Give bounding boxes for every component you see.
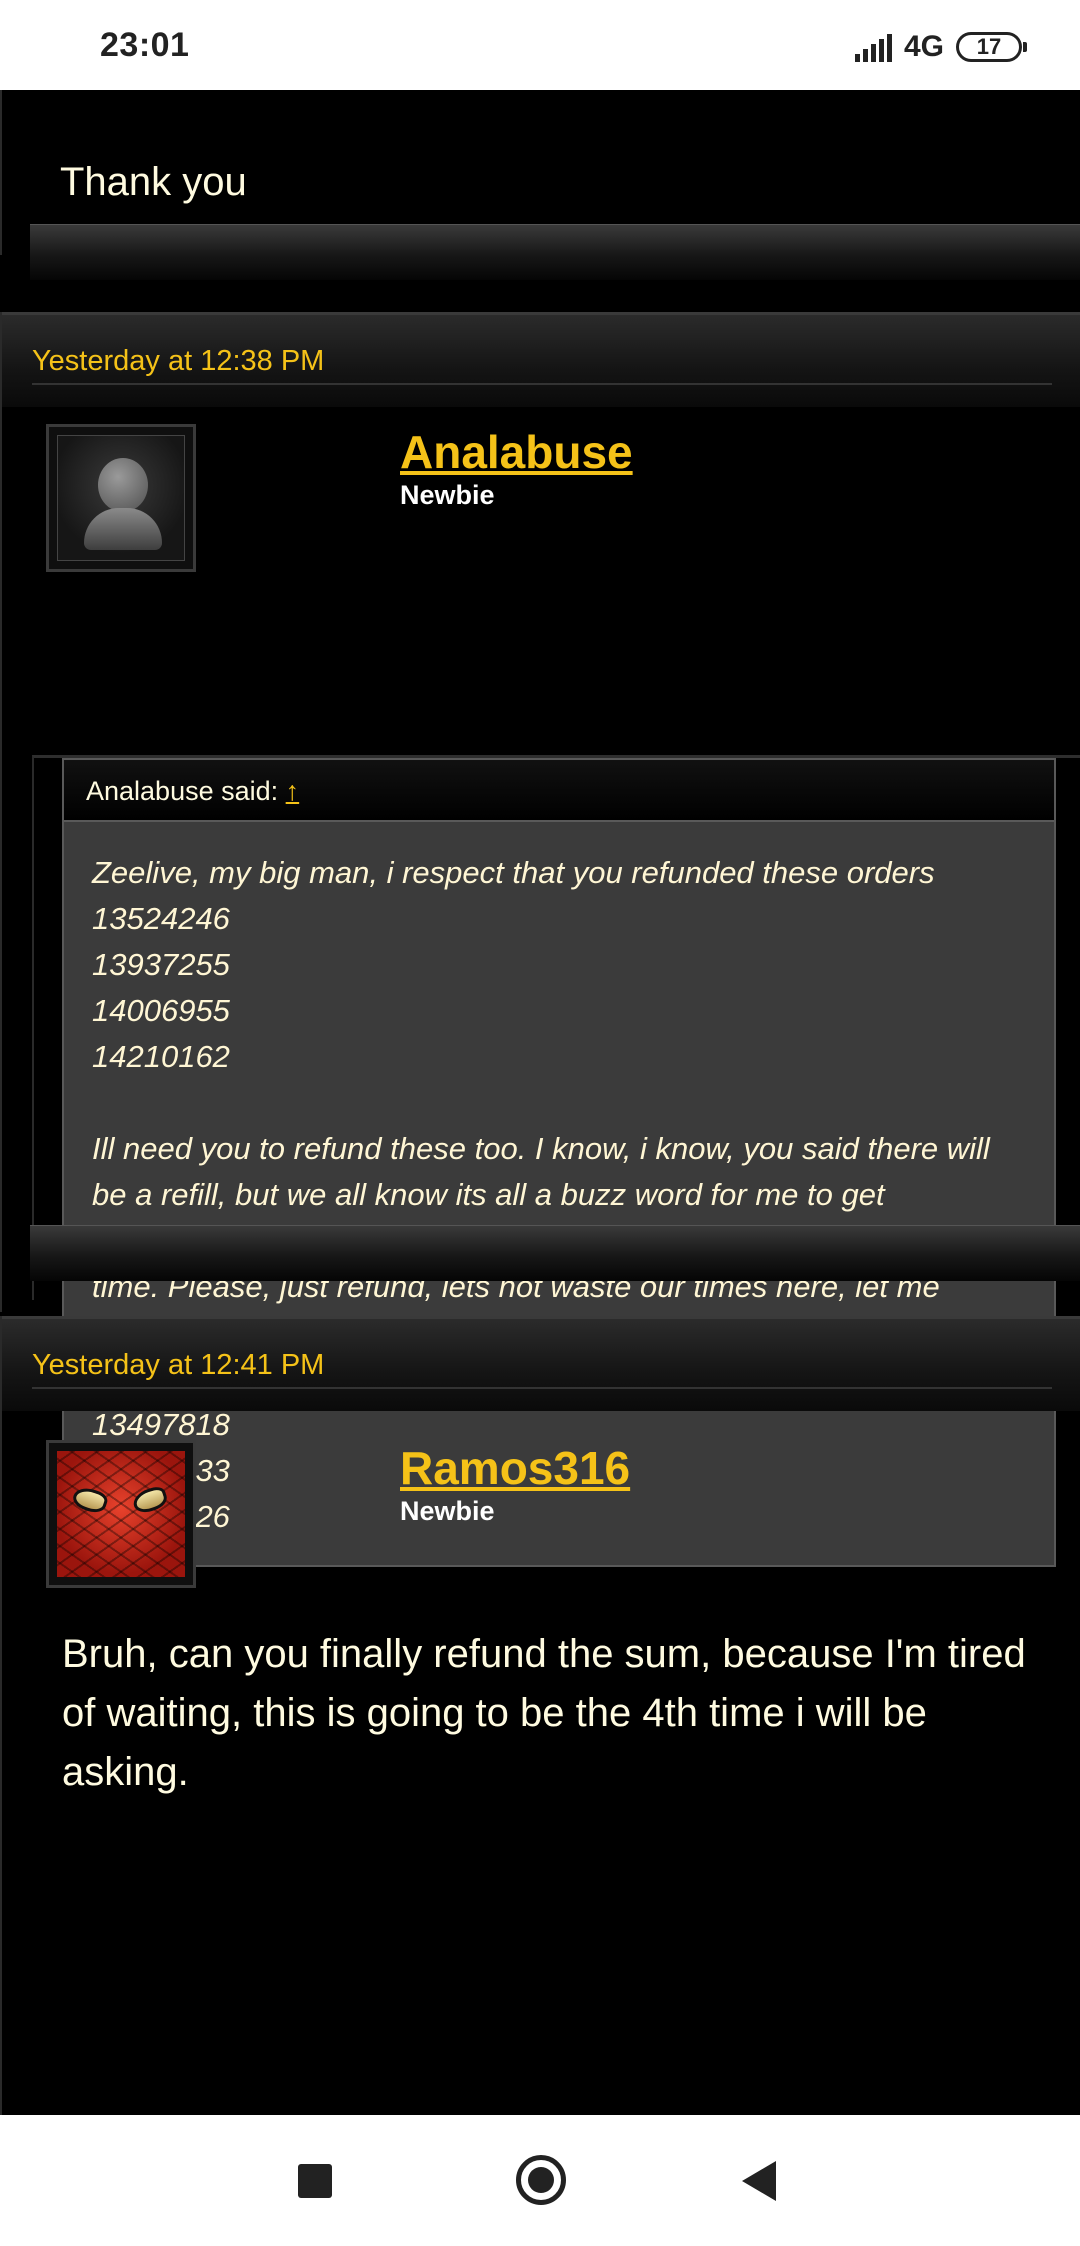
quote-line: 14006955 xyxy=(92,993,230,1028)
navigation-bar xyxy=(0,2115,1080,2246)
post-footer-bar xyxy=(30,224,1080,280)
status-bar: 23:01 4G 17 xyxy=(0,0,1080,90)
divider xyxy=(32,383,1052,385)
avatar[interactable] xyxy=(46,1440,196,1588)
quote-line: Zeelive, my big man, i respect that you … xyxy=(92,855,935,890)
signal-icon xyxy=(854,32,892,62)
username-link[interactable]: Analabuse xyxy=(400,425,633,479)
post: Yesterday at 12:41 PM Ramos316 Newbie xyxy=(0,1316,1080,2115)
quote-header: Analabuse said: ↑ xyxy=(64,760,1054,822)
quote-line: Ill need you to refund these too. I know… xyxy=(92,1131,990,1166)
home-icon[interactable] xyxy=(516,2155,566,2205)
post-message: Thank you xyxy=(60,160,247,204)
username-link[interactable]: Ramos316 xyxy=(400,1441,630,1495)
network-type: 4G xyxy=(903,30,944,63)
recent-apps-icon[interactable] xyxy=(298,2164,332,2198)
user-title: Newbie xyxy=(400,480,495,510)
user-title: Newbie xyxy=(400,1496,495,1526)
divider xyxy=(32,1387,1052,1389)
quote-author: Analabuse said: xyxy=(86,776,279,806)
post-date[interactable]: Yesterday at 12:38 PM xyxy=(32,345,324,378)
status-icons: 4G 17 xyxy=(854,27,1027,67)
quote-line xyxy=(92,1080,1026,1126)
battery-icon: 17 xyxy=(956,32,1027,62)
quote-line: 14210162 xyxy=(92,1039,230,1074)
back-icon[interactable] xyxy=(742,2161,776,2201)
status-time: 23:01 xyxy=(100,26,190,64)
post-footer-bar xyxy=(30,1225,1080,1281)
post-header: Yesterday at 12:38 PM xyxy=(2,312,1080,407)
default-avatar-icon xyxy=(57,435,185,561)
avatar[interactable] xyxy=(46,424,196,572)
post-content: Analabuse said: ↑ Zeelive, my big man, i… xyxy=(32,755,1080,1794)
quote-line: 13524246 xyxy=(92,901,230,936)
quote-line: be a refill, but we all know its all a b… xyxy=(92,1177,885,1212)
post-date[interactable]: Yesterday at 12:41 PM xyxy=(32,1349,324,1382)
spiderman-avatar-icon xyxy=(57,1451,185,1577)
quote-line: 13937255 xyxy=(92,947,230,982)
quote-jump-link[interactable]: ↑ xyxy=(286,776,300,806)
post-header: Yesterday at 12:41 PM xyxy=(2,1316,1080,1411)
post: Yesterday at 12:38 PM Analabuse Newbie A… xyxy=(0,312,1080,1794)
forum-thread: Thank you Yesterday at 12:38 PM Analabus… xyxy=(0,90,1080,2115)
